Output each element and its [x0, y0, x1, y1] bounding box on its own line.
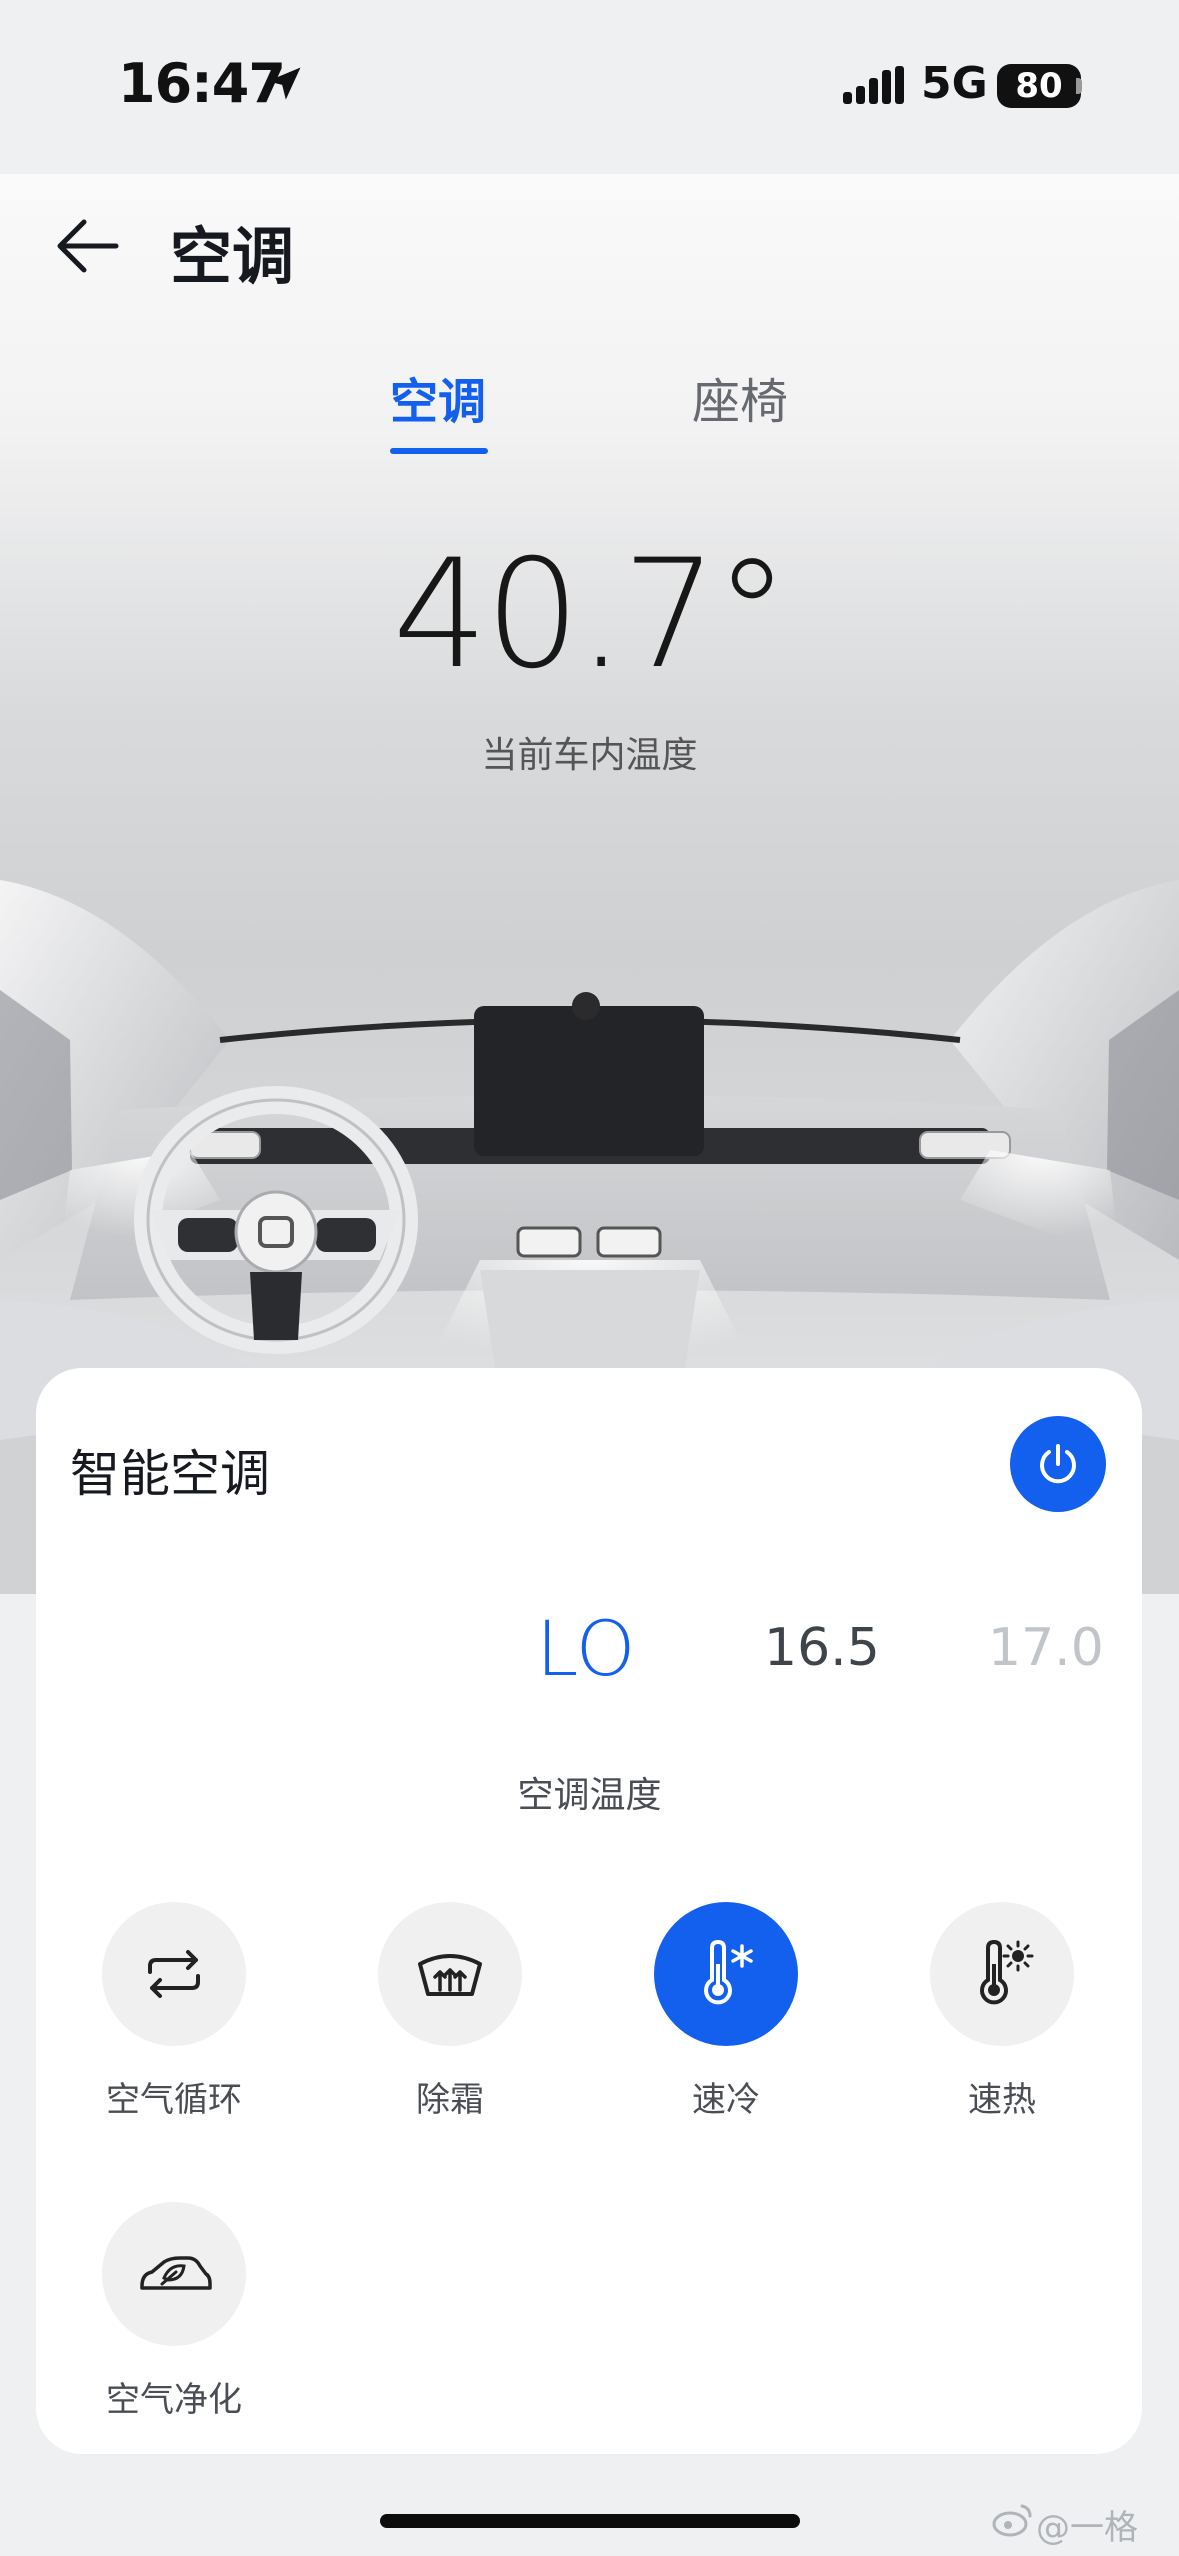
temperature-option-lo[interactable]: LO: [536, 1604, 635, 1693]
ac-temperature-label: 空调温度: [517, 1775, 662, 1816]
watermark: @一格: [1036, 2508, 1138, 2548]
quick-cool-button[interactable]: [654, 1902, 798, 2046]
active-tab-indicator: [390, 448, 488, 454]
battery-cap: [1076, 78, 1082, 94]
temperature-option-17-0[interactable]: 17.0: [988, 1618, 1104, 1678]
power-button[interactable]: [1010, 1416, 1106, 1512]
function-air-purify[interactable]: 空气净化: [74, 2202, 274, 2421]
function-label: 除霜: [416, 2080, 484, 2120]
function-defrost[interactable]: 除霜: [350, 1902, 550, 2121]
air-circulation-icon: [148, 1950, 200, 1998]
defrost-button[interactable]: [378, 1902, 522, 2046]
status-time: 16:47: [118, 52, 286, 115]
home-indicator[interactable]: [380, 2514, 800, 2528]
power-icon: [1040, 1444, 1076, 1484]
page-title: 空调: [170, 220, 295, 293]
weibo-icon: [992, 2504, 1032, 2537]
function-label: 速冷: [692, 2080, 760, 2120]
function-label: 空气净化: [106, 2380, 242, 2420]
back-arrow-icon[interactable]: [54, 216, 120, 276]
function-quick-heat[interactable]: 速热: [902, 1902, 1102, 2121]
tab-air-conditioning[interactable]: 空调: [390, 362, 486, 432]
quick-cool-icon: [704, 1939, 753, 2005]
location-arrow-icon: [267, 67, 301, 100]
air-purify-icon: [140, 2256, 212, 2290]
function-label: 速热: [968, 2080, 1036, 2120]
air-purify-button[interactable]: [102, 2202, 246, 2346]
air-circulation-button[interactable]: [102, 1902, 246, 2046]
quick-heat-icon: [980, 1939, 1034, 2005]
function-air-circulation[interactable]: 空气循环: [74, 1902, 274, 2121]
defrost-icon: [418, 1954, 482, 1996]
temperature-option-16-5[interactable]: 16.5: [764, 1618, 880, 1678]
signal-icon: [843, 66, 904, 104]
tab-seat[interactable]: 座椅: [692, 362, 788, 432]
function-label: 空气循环: [106, 2080, 242, 2120]
function-quick-cool[interactable]: 速冷: [626, 1902, 826, 2121]
network-type: 5G: [921, 58, 988, 109]
cabin-temperature-label: 当前车内温度: [481, 735, 698, 776]
panel-title: 智能空调: [70, 1445, 270, 1503]
cabin-temperature: 40.7°: [392, 528, 790, 702]
battery-indicator: 80: [997, 64, 1081, 108]
quick-heat-button[interactable]: [930, 1902, 1074, 2046]
